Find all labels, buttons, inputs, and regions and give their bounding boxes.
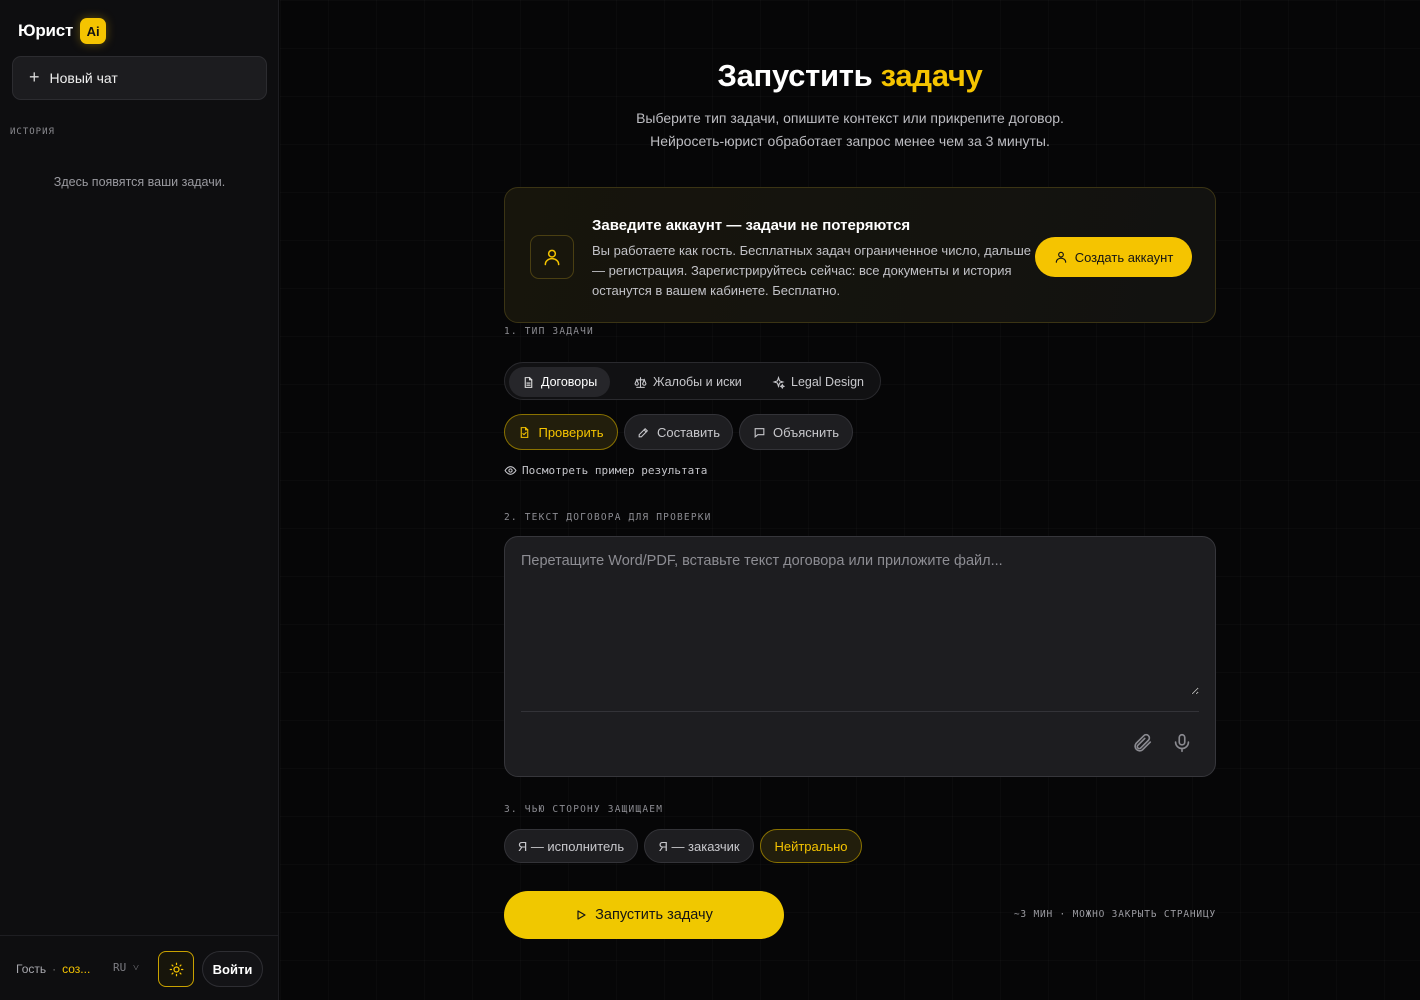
- side-customer-button[interactable]: Я — заказчик: [644, 829, 754, 863]
- language-selector[interactable]: RU ˅: [113, 961, 139, 974]
- subtitle-line-1: Выберите тип задачи, опишите контекст ил…: [636, 110, 1064, 126]
- example-link-label: Посмотреть пример результата: [522, 464, 708, 477]
- plus-icon: +: [29, 67, 40, 87]
- contract-text-input[interactable]: [521, 553, 1199, 695]
- play-icon: [577, 910, 586, 920]
- theme-toggle-button[interactable]: [158, 951, 194, 987]
- tab-label: Legal Design: [791, 375, 864, 389]
- scales-icon: [634, 376, 647, 388]
- history-title: ИСТОРИЯ: [10, 127, 55, 137]
- brand-badge: Ai: [80, 18, 107, 44]
- editor-divider: [521, 711, 1199, 712]
- tab-label: Жалобы и иски: [653, 375, 742, 389]
- brand-logo[interactable]: Юрист Ai: [18, 18, 107, 44]
- eye-icon: [504, 466, 517, 475]
- separator-dot: ·: [52, 962, 57, 976]
- user-icon: [1055, 251, 1066, 263]
- view-example-link[interactable]: Посмотреть пример результата: [504, 464, 707, 477]
- tab-complaints[interactable]: Жалобы и иски: [621, 367, 755, 397]
- tab-label: Договоры: [541, 375, 598, 389]
- pencil-icon: [638, 427, 649, 437]
- file-check-icon: [521, 426, 529, 438]
- history-empty-text: Здесь появятся ваши задачи.: [53, 175, 226, 189]
- sun-icon: [169, 962, 183, 976]
- paperclip-icon[interactable]: [1131, 732, 1153, 754]
- task-type-tabs: Договоры Жалобы и иски Legal Design: [504, 362, 881, 400]
- mode-check-button[interactable]: Проверить: [504, 414, 618, 450]
- step-1-label: 1. ТИП ЗАДАЧИ: [504, 326, 594, 337]
- sidebar-footer: Гость · соз... RU ˅ Войти: [0, 935, 279, 1000]
- brand-name: Юрист: [18, 21, 74, 40]
- sparkle-icon: [772, 375, 785, 389]
- side-executor-button[interactable]: Я — исполнитель: [504, 829, 638, 863]
- tab-contracts[interactable]: Договоры: [509, 367, 611, 397]
- microphone-icon[interactable]: [1171, 732, 1193, 754]
- contract-text-editor: [504, 536, 1216, 777]
- promo-text: Вы работаете как гость. Бесплатных задач…: [592, 243, 1031, 298]
- guest-status: Гость · соз...: [16, 962, 90, 976]
- side-neutral-button[interactable]: Нейтрально: [760, 829, 862, 863]
- create-account-button[interactable]: Создать аккаунт: [1035, 237, 1192, 277]
- subtitle-line-2: Нейросеть-юрист обработает запрос менее …: [650, 133, 1050, 149]
- create-account-link[interactable]: соз...: [62, 962, 90, 976]
- mode-label: Проверить: [538, 424, 604, 440]
- account-promo-card: Заведите аккаунт — задачи не потеряются …: [504, 187, 1216, 323]
- run-task-label: Запустить задачу: [595, 907, 713, 923]
- main-content: Запустить задачу Выберите тип задачи, оп…: [280, 0, 1420, 1000]
- guest-label: Гость: [16, 962, 47, 976]
- user-icon: [530, 235, 574, 279]
- login-button[interactable]: Войти: [202, 951, 263, 987]
- tab-legal-design[interactable]: Legal Design: [759, 367, 877, 397]
- promo-title: Заведите аккаунт — задачи не потеряются: [592, 217, 911, 234]
- document-icon: [524, 376, 533, 388]
- title-accent: задачу: [880, 58, 983, 93]
- mode-label: Объяснить: [773, 424, 839, 440]
- mode-compose-button[interactable]: Составить: [624, 414, 733, 450]
- run-task-button[interactable]: Запустить задачу: [504, 891, 784, 939]
- title-prefix: Запустить: [717, 58, 881, 93]
- run-note: ~3 МИН · МОЖНО ЗАКРЫТЬ СТРАНИЦУ: [1013, 909, 1216, 920]
- step-3-label: 3. ЧЬЮ СТОРОНУ ЗАЩИЩАЕМ: [504, 804, 664, 815]
- create-account-label: Создать аккаунт: [1074, 249, 1174, 265]
- new-chat-label: Новый чат: [49, 70, 118, 86]
- new-chat-button[interactable]: + Новый чат: [12, 56, 267, 100]
- sidebar: Юрист Ai + Новый чат ИСТОРИЯ Здесь появя…: [0, 0, 279, 1000]
- mode-explain-button[interactable]: Объяснить: [739, 414, 853, 450]
- page-title: Запустить задачу: [280, 58, 1420, 94]
- mode-label: Составить: [656, 424, 721, 440]
- page-subtitle: Выберите тип задачи, опишите контекст ил…: [280, 107, 1420, 153]
- chat-icon: [754, 427, 765, 438]
- step-2-label: 2. ТЕКСТ ДОГОВОРА ДЛЯ ПРОВЕРКИ: [504, 512, 712, 523]
